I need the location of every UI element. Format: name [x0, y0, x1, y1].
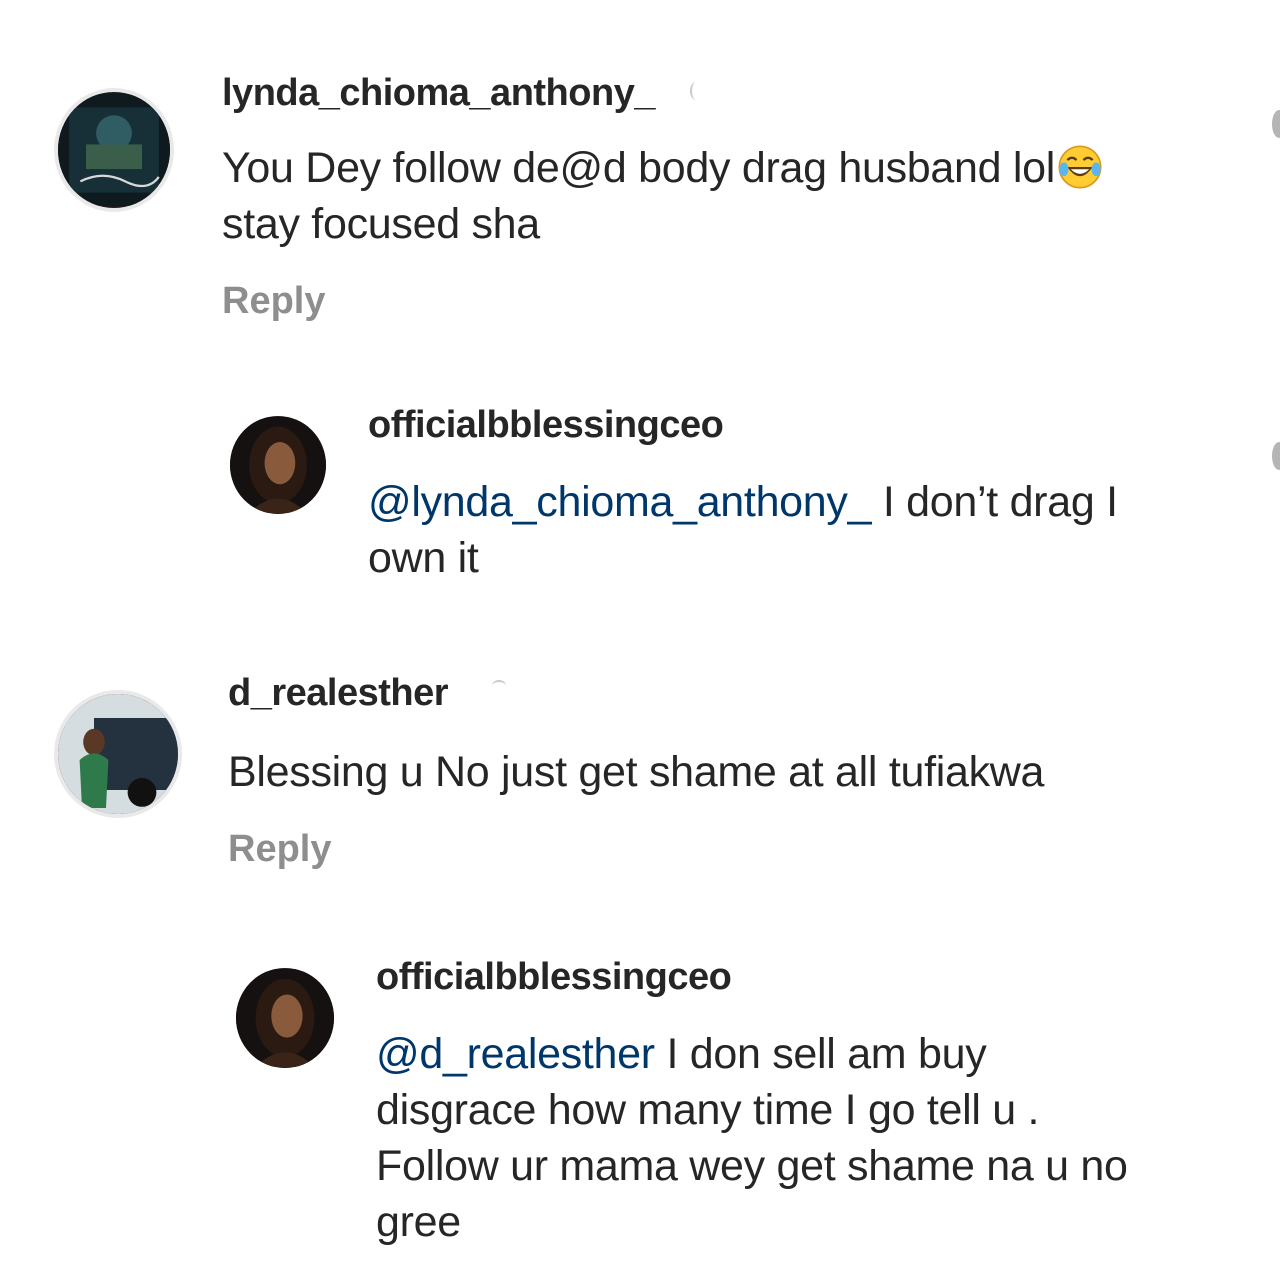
reply-text-line1: I don sell am buy [654, 1030, 987, 1078]
avatar-d-realesther[interactable] [54, 690, 182, 818]
reply-text: @d_realesther I don sell am buy disgrace… [376, 1026, 1256, 1250]
separator-mark [492, 680, 506, 692]
reply-text-line3: Follow ur mama wey get shame na u no [376, 1142, 1128, 1190]
reply-button[interactable]: Reply [228, 828, 331, 871]
reply-text-line2: disgrace how many time I go tell u . [376, 1086, 1040, 1134]
reply-text-line4: gree [376, 1198, 461, 1246]
reply-username[interactable]: officialbblessingceo [376, 956, 732, 999]
reply-button[interactable]: Reply [222, 280, 325, 323]
comment-username[interactable]: lynda_chioma_anthony_ [222, 72, 655, 115]
avatar-image [58, 694, 178, 814]
comment-text: Blessing u No just get shame at all tufi… [228, 744, 1238, 800]
edge-indicator [1272, 442, 1280, 470]
avatar-image [58, 94, 170, 206]
comment-text-line1: Blessing u No just get shame at all tufi… [228, 748, 1045, 796]
tears-of-joy-emoji-icon [1057, 144, 1103, 190]
avatar-lynda[interactable] [54, 88, 174, 212]
mention-link[interactable]: @lynda_chioma_anthony_ [368, 478, 872, 526]
reply-username[interactable]: officialbblessingceo [368, 404, 724, 447]
comment-username[interactable]: d_realesther [228, 672, 449, 715]
comment-text: You Dey follow de@d body drag husband lo… [222, 140, 1232, 252]
avatar-officialbblessingceo[interactable] [230, 416, 326, 514]
mention-link[interactable]: @d_realesther [376, 1030, 655, 1078]
reply-text-line2: own it [368, 534, 479, 582]
avatar-officialbblessingceo[interactable] [236, 968, 334, 1068]
comment-text-line1: You Dey follow de@d body drag husband lo… [222, 144, 1056, 192]
comment-text-line2: stay focused sha [222, 200, 540, 248]
reply-text-line1: I don’t drag I [871, 478, 1118, 526]
edge-indicator [1272, 110, 1280, 138]
avatar-image [230, 417, 326, 513]
reply-text: @lynda_chioma_anthony_ I don’t drag I ow… [368, 474, 1228, 586]
separator-mark [690, 82, 702, 100]
avatar-image [236, 969, 334, 1067]
